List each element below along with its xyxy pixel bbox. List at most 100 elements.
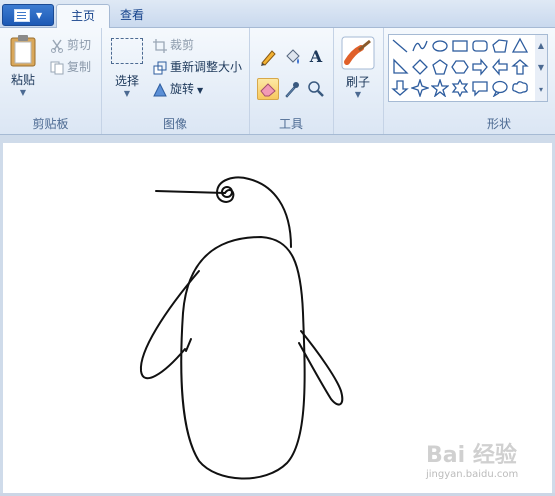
shapes-gallery bbox=[388, 34, 536, 102]
clipboard-group: 粘贴 ▼ 剪切 复制 剪贴板 bbox=[0, 28, 102, 134]
crop-button[interactable]: 裁剪 bbox=[153, 36, 194, 54]
eyedropper-icon bbox=[285, 82, 299, 98]
crop-label: 裁剪 bbox=[170, 38, 195, 52]
select-button[interactable]: 选择 ▼ bbox=[109, 38, 145, 108]
tools-group-label: 工具 bbox=[278, 117, 303, 131]
clipboard-group-label: 剪贴板 bbox=[32, 117, 69, 131]
chevron-down-icon: ▼ bbox=[36, 11, 43, 20]
pentagon-shape[interactable] bbox=[431, 58, 449, 76]
paint-menu-button[interactable]: ▼ bbox=[2, 4, 54, 26]
color-picker-tool[interactable] bbox=[281, 78, 303, 100]
rectangle-shape[interactable] bbox=[451, 37, 469, 55]
triangle-shape[interactable] bbox=[511, 37, 529, 55]
tab-view[interactable]: 查看 bbox=[106, 4, 158, 27]
cut-button[interactable]: 剪切 bbox=[50, 36, 91, 54]
document-icon bbox=[14, 9, 30, 22]
copy-icon bbox=[50, 61, 64, 75]
scroll-down-icon[interactable]: ▼ bbox=[535, 57, 547, 79]
magnifier-icon bbox=[308, 81, 324, 97]
five-point-star-shape[interactable] bbox=[430, 77, 450, 98]
rotate-icon bbox=[153, 82, 167, 97]
image-group: 选择 ▼ 裁剪 重新调整大小 旋转 ▼ 图像 bbox=[101, 28, 250, 134]
cloud-callout-icon bbox=[512, 81, 528, 94]
diamond-icon bbox=[412, 59, 428, 75]
clipboard-icon bbox=[10, 35, 36, 67]
six-point-star-shape[interactable] bbox=[451, 78, 469, 98]
hexagon-shape[interactable] bbox=[451, 58, 469, 76]
scissors-icon bbox=[50, 39, 64, 53]
left-arrow-shape[interactable] bbox=[491, 58, 509, 76]
select-label: 选择 bbox=[114, 74, 139, 88]
resize-icon bbox=[153, 61, 167, 75]
paste-label: 粘贴 bbox=[10, 73, 35, 87]
rectangular-callout-shape[interactable] bbox=[471, 79, 489, 97]
down-arrow-icon bbox=[391, 80, 409, 96]
tools-group: A 工具 bbox=[249, 28, 334, 134]
ribbon: 粘贴 ▼ 剪切 复制 剪贴板 选择 ▼ 裁剪 重新调整大小 旋转 ▼ 图像 A … bbox=[0, 28, 555, 135]
paste-button[interactable]: 粘贴 ▼ bbox=[4, 34, 42, 104]
paste-dropdown-icon[interactable]: ▼ bbox=[4, 88, 42, 97]
right-triangle-shape[interactable] bbox=[391, 58, 409, 76]
line-icon bbox=[392, 39, 408, 53]
watermark-url: jingyan.baidu.com bbox=[426, 469, 519, 480]
brush-icon bbox=[341, 36, 375, 70]
magnifier-tool[interactable] bbox=[305, 78, 327, 100]
copy-button[interactable]: 复制 bbox=[50, 58, 91, 76]
paint-bucket-icon bbox=[286, 49, 300, 64]
watermark-brand: Bai 经验 bbox=[426, 443, 517, 468]
text-tool[interactable]: A bbox=[305, 46, 327, 68]
rectangular-callout-icon bbox=[472, 81, 488, 97]
oval-callout-shape[interactable] bbox=[491, 79, 509, 98]
up-arrow-shape[interactable] bbox=[511, 58, 529, 76]
oval-callout-icon bbox=[492, 80, 508, 98]
brushes-button[interactable]: 刷子 ▼ bbox=[339, 36, 377, 108]
rotate-button[interactable]: 旋转 ▼ bbox=[153, 80, 203, 98]
left-arrow-icon bbox=[492, 58, 508, 76]
select-dropdown-icon[interactable]: ▼ bbox=[109, 89, 145, 98]
rounded-rectangle-icon bbox=[472, 40, 488, 52]
pencil-tool[interactable] bbox=[257, 46, 279, 68]
brushes-dropdown-icon[interactable]: ▼ bbox=[339, 90, 377, 99]
oval-icon bbox=[432, 40, 448, 52]
pencil-icon bbox=[261, 50, 276, 66]
pentagon-icon bbox=[432, 59, 448, 75]
rectangle-icon bbox=[452, 40, 468, 52]
ribbon-tab-bar: ▼ 主页 查看 bbox=[0, 0, 555, 29]
right-triangle-icon bbox=[393, 58, 409, 74]
diamond-shape[interactable] bbox=[411, 58, 429, 76]
polygon-icon bbox=[492, 39, 508, 53]
brushes-group: 刷子 ▼ bbox=[333, 28, 384, 134]
text-a-icon: A bbox=[309, 47, 323, 66]
resize-button[interactable]: 重新调整大小 bbox=[153, 58, 242, 76]
gallery-expand-icon[interactable]: ▾ bbox=[535, 79, 547, 101]
right-arrow-shape[interactable] bbox=[471, 58, 489, 76]
up-arrow-icon bbox=[511, 59, 529, 75]
line-shape[interactable] bbox=[391, 37, 409, 55]
scroll-up-icon[interactable]: ▲ bbox=[535, 35, 547, 57]
curve-shape[interactable] bbox=[411, 37, 429, 55]
eraser-tool[interactable] bbox=[257, 78, 279, 100]
oval-shape[interactable] bbox=[431, 37, 449, 55]
brushes-label: 刷子 bbox=[345, 75, 370, 89]
fill-tool[interactable] bbox=[281, 46, 303, 68]
six-point-star-icon bbox=[451, 78, 469, 98]
rotate-dropdown-icon[interactable]: ▼ bbox=[197, 86, 203, 95]
hexagon-icon bbox=[451, 60, 469, 74]
tab-home[interactable]: 主页 bbox=[56, 4, 111, 29]
selection-rectangle-icon bbox=[111, 38, 143, 64]
four-point-star-shape[interactable] bbox=[409, 77, 431, 99]
rounded-rectangle-shape[interactable] bbox=[471, 37, 489, 55]
shapes-group-label: 形状 bbox=[486, 117, 511, 131]
crop-icon bbox=[153, 38, 167, 53]
polygon-shape[interactable] bbox=[491, 37, 509, 55]
eraser-icon bbox=[260, 83, 276, 97]
resize-label: 重新调整大小 bbox=[170, 60, 243, 74]
down-arrow-shape[interactable] bbox=[391, 79, 409, 97]
shapes-scrollbar[interactable]: ▲ ▼ ▾ bbox=[535, 34, 548, 102]
cloud-callout-shape[interactable] bbox=[511, 79, 529, 97]
image-group-label: 图像 bbox=[162, 117, 187, 131]
cut-label: 剪切 bbox=[67, 38, 92, 52]
drawing-canvas[interactable]: Bai 经验 jingyan.baidu.com bbox=[3, 143, 552, 493]
right-arrow-icon bbox=[472, 58, 488, 76]
canvas-workspace: Bai 经验 jingyan.baidu.com bbox=[0, 135, 555, 493]
